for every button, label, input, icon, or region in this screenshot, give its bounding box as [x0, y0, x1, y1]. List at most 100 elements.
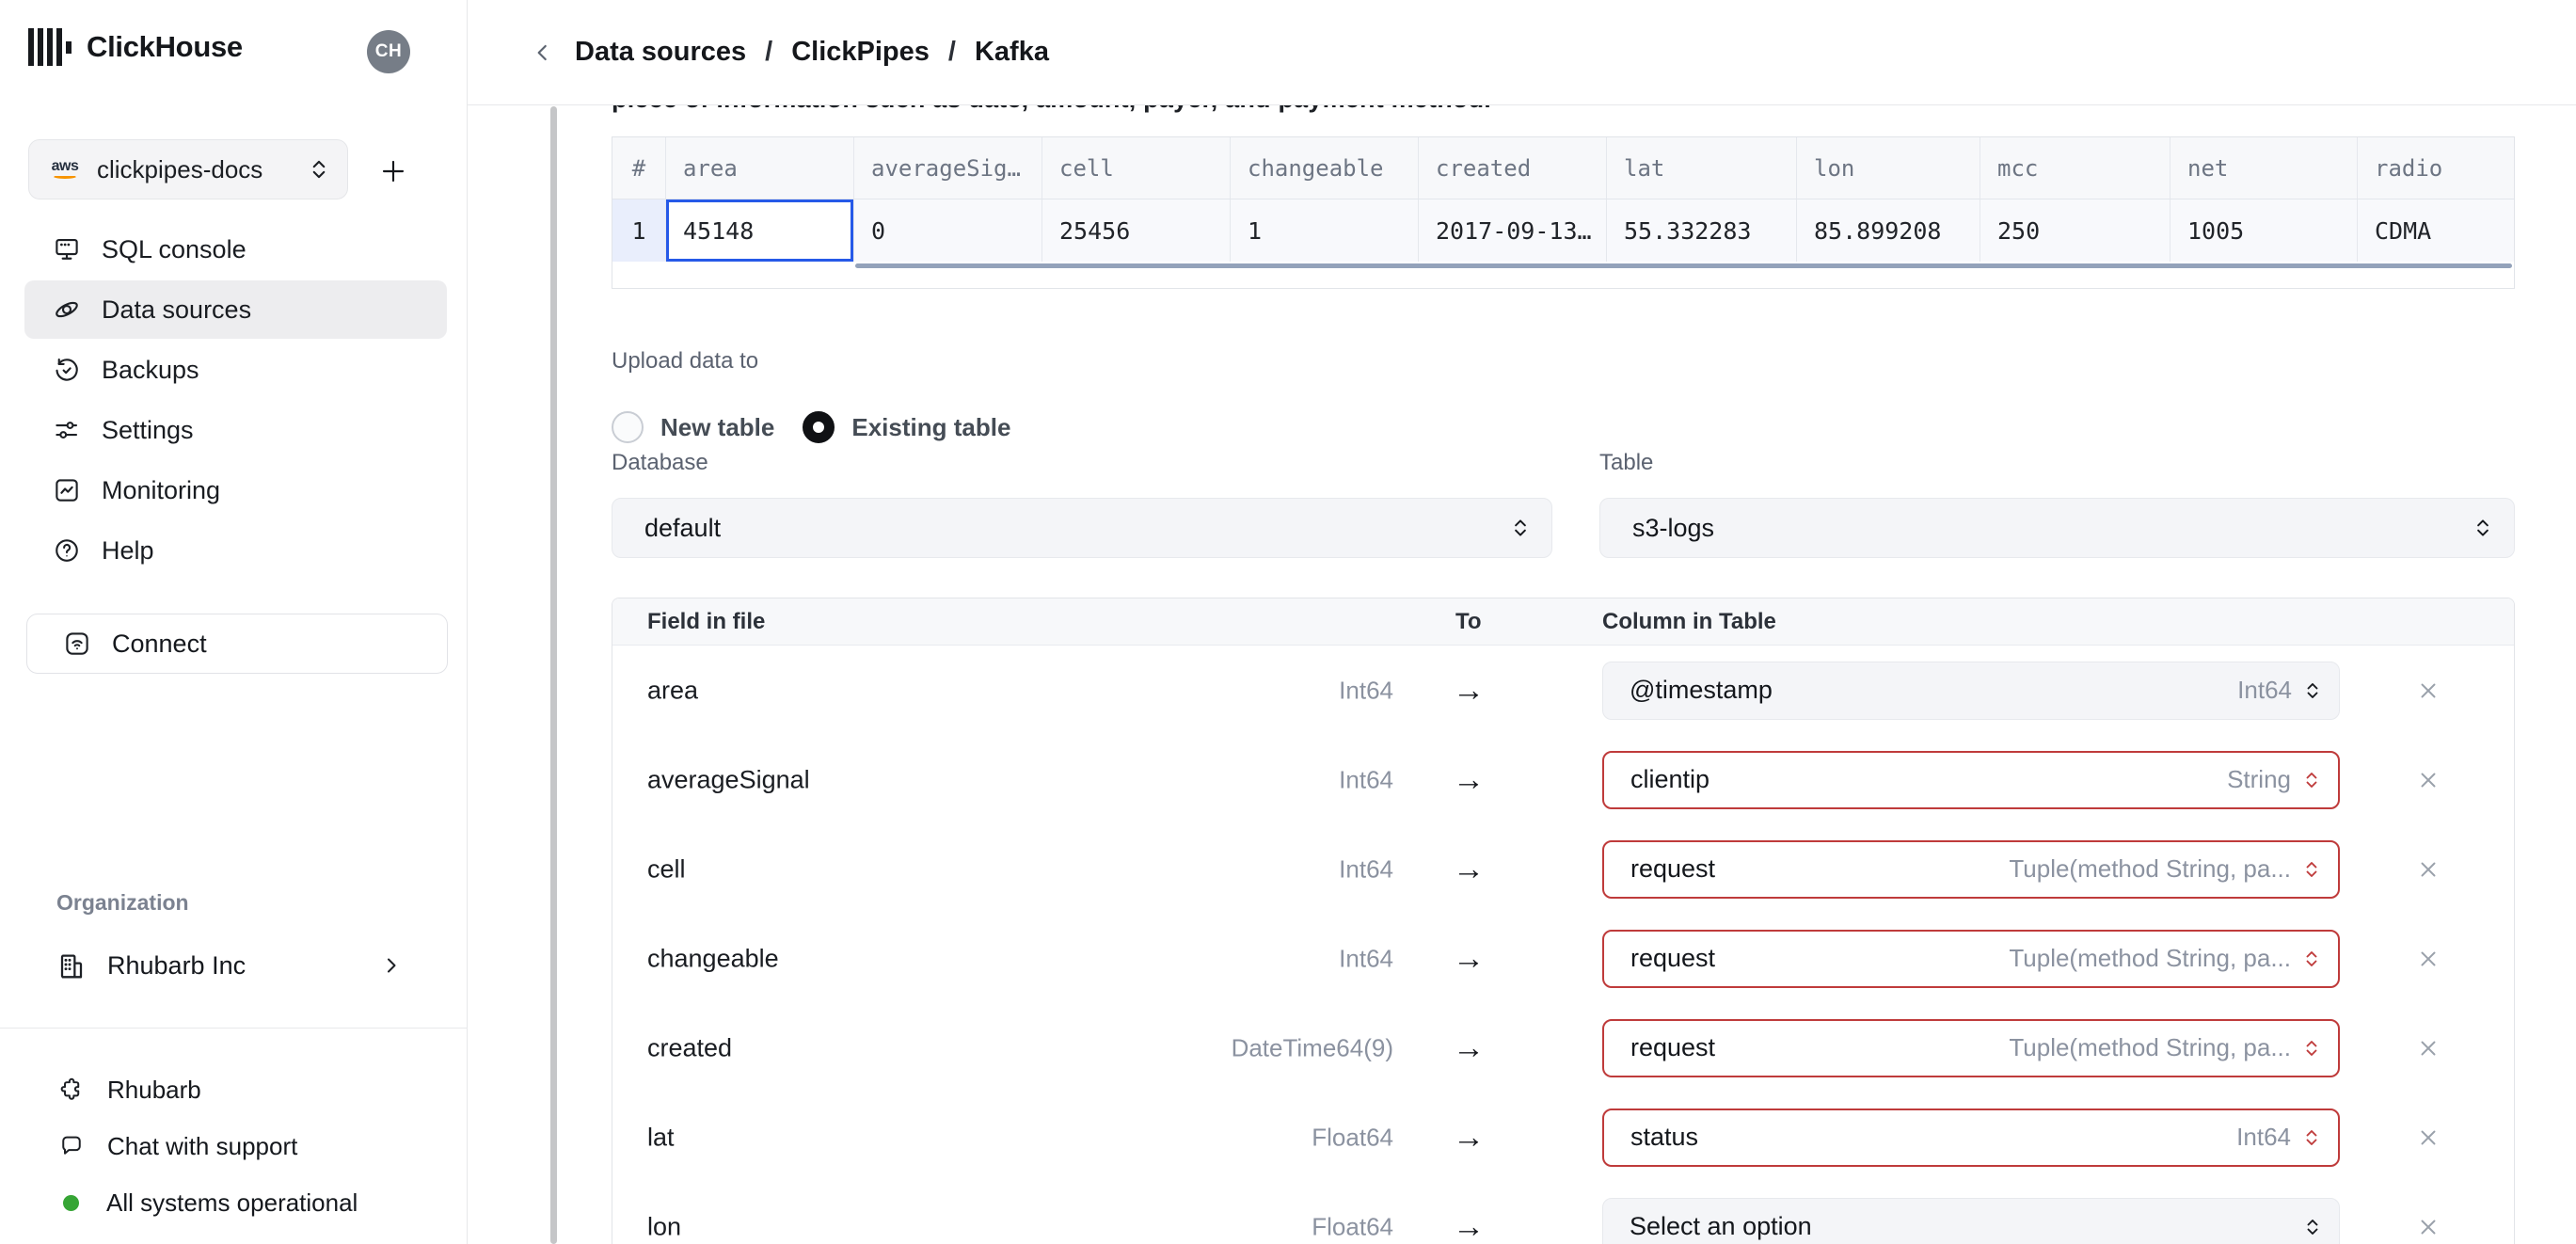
preview-col-header[interactable]: created [1419, 137, 1607, 199]
sidebar-item-help[interactable]: Help [24, 521, 447, 580]
footer-item-chat-support[interactable]: Chat with support [26, 1118, 448, 1174]
remove-mapping-button[interactable] [2408, 1117, 2449, 1158]
remove-mapping-button[interactable] [2408, 759, 2449, 801]
table-cell[interactable]: 0 [854, 199, 1042, 262]
footer-item-system-status[interactable]: All systems operational [26, 1174, 448, 1231]
column-type: String [2227, 765, 2291, 793]
column-type: Tuple(method String, pa... [2009, 1033, 2291, 1061]
radio-existing-table[interactable]: Existing table [803, 411, 1010, 443]
table-cell[interactable]: 85.899208 [1797, 199, 1980, 262]
backups-history-icon [53, 356, 81, 384]
preview-col-header[interactable]: averageSig… [854, 137, 1042, 199]
column-select[interactable]: Select an option [1602, 1197, 2340, 1244]
breadcrumb-kafka[interactable]: Kafka [975, 37, 1049, 68]
selected-cell[interactable]: 45148 [666, 199, 854, 262]
sidebar-item-label: SQL console [102, 234, 246, 263]
column-select[interactable]: request Tuple(method String, pa... [1602, 839, 2340, 899]
clickhouse-logo-icon [28, 28, 72, 66]
settings-sliders-icon [53, 416, 81, 444]
table-cell[interactable]: 1 [1231, 199, 1419, 262]
add-service-button[interactable] [374, 152, 412, 190]
field-name: changeable [647, 944, 779, 972]
field-type: DateTime64(9) [1231, 1033, 1393, 1061]
footer-item-label: All systems operational [106, 1188, 358, 1217]
column-select[interactable]: @timestamp Int64 [1602, 661, 2340, 720]
remove-mapping-button[interactable] [2408, 938, 2449, 980]
preview-col-header[interactable]: mcc [1980, 137, 2171, 199]
field-name: cell [647, 854, 686, 883]
arrow-right-icon: → [1453, 672, 1485, 708]
remove-mapping-button[interactable] [2408, 849, 2449, 890]
breadcrumb-clickpipes[interactable]: ClickPipes [791, 37, 930, 68]
aws-icon: aws [48, 159, 82, 179]
connect-button[interactable]: Connect [26, 614, 448, 674]
arrow-right-icon: → [1453, 1119, 1485, 1155]
breadcrumb-data-sources[interactable]: Data sources [575, 37, 746, 68]
back-button[interactable] [526, 36, 560, 70]
column-type: Tuple(method String, pa... [2009, 854, 2291, 883]
table-cell[interactable]: 250 [1980, 199, 2171, 262]
mapping-row: area Int64 → @timestamp Int64 [612, 646, 2514, 735]
avatar[interactable]: CH [367, 30, 410, 73]
row-index-cell[interactable]: 1 [612, 199, 666, 262]
preview-col-header[interactable]: changeable [1231, 137, 1419, 199]
field-type: Float64 [1312, 1123, 1393, 1151]
preview-col-header[interactable]: cell [1042, 137, 1231, 199]
sidebar-item-monitoring[interactable]: Monitoring [24, 461, 447, 519]
clickhouse-logo[interactable]: ClickHouse [28, 28, 243, 66]
column-select[interactable]: clientip String [1602, 750, 2340, 809]
field-name: lon [647, 1212, 682, 1240]
radio-unselected-icon [612, 411, 644, 443]
table-cell[interactable]: 25456 [1042, 199, 1231, 262]
radio-label: Existing table [851, 412, 1011, 441]
vertical-scrollbar[interactable] [550, 106, 557, 1244]
preview-col-header[interactable]: lat [1607, 137, 1797, 199]
remove-mapping-button[interactable] [2408, 1206, 2449, 1244]
column-select-value: Select an option [1630, 1212, 1812, 1240]
table-select[interactable]: s3-logs [1599, 498, 2515, 558]
radio-label: New table [660, 412, 775, 441]
remove-mapping-button[interactable] [2408, 1028, 2449, 1069]
column-type: Int64 [2236, 1123, 2291, 1151]
mapping-row: created DateTime64(9) → request Tuple(me… [612, 1003, 2514, 1092]
horizontal-scrollbar[interactable] [855, 263, 2512, 268]
sidebar-item-backups[interactable]: Backups [24, 341, 447, 399]
table-cell[interactable]: 1005 [2171, 199, 2358, 262]
status-dot-icon [63, 1194, 79, 1211]
sidebar-item-data-sources[interactable]: Data sources [24, 280, 447, 339]
chat-bubble-icon [58, 1133, 85, 1159]
service-selector[interactable]: aws clickpipes-docs [28, 139, 348, 199]
preview-col-header[interactable]: lon [1797, 137, 1980, 199]
column-select[interactable]: status Int64 [1602, 1108, 2340, 1167]
sidebar-item-sql-console[interactable]: SQL console [24, 220, 447, 279]
column-type: Tuple(method String, pa... [2009, 944, 2291, 972]
table-cell[interactable]: 2017-09-13… [1419, 199, 1607, 262]
service-name: clickpipes-docs [97, 154, 263, 183]
field-type: Int64 [1339, 944, 1393, 972]
arrow-right-icon: → [1453, 851, 1485, 886]
sidebar-item-settings[interactable]: Settings [24, 401, 447, 459]
column-select[interactable]: request Tuple(method String, pa... [1602, 1018, 2340, 1077]
monitoring-chart-icon [53, 476, 81, 504]
column-select[interactable]: request Tuple(method String, pa... [1602, 929, 2340, 988]
sidebar-item-label: Backups [102, 355, 199, 384]
radio-new-table[interactable]: New table [612, 411, 774, 443]
remove-mapping-button[interactable] [2408, 670, 2449, 711]
preview-col-header[interactable]: net [2171, 137, 2358, 199]
database-label: Database [612, 450, 708, 475]
footer-item-rhubarb[interactable]: Rhubarb [26, 1061, 448, 1118]
database-select[interactable]: default [612, 498, 1552, 558]
column-select-value: request [1630, 854, 1716, 883]
arrow-right-icon: → [1453, 761, 1485, 797]
organization-section-label: Organization [56, 890, 189, 915]
column-select-value: clientip [1630, 765, 1710, 793]
mapping-row: averageSignal Int64 → clientip String [612, 735, 2514, 824]
table-cell[interactable]: 55.332283 [1607, 199, 1797, 262]
app-root: ClickHouse CH aws clickpipes-docs SQL co… [0, 0, 2576, 1244]
preview-col-header[interactable]: # [612, 137, 666, 199]
organization-switcher[interactable]: Rhubarb Inc [26, 937, 448, 994]
preview-col-header[interactable]: area [666, 137, 854, 199]
table-cell[interactable]: CDMA [2358, 199, 2514, 262]
mapping-header-column: Column in Table [1602, 608, 1776, 634]
preview-col-header[interactable]: radio [2358, 137, 2514, 199]
